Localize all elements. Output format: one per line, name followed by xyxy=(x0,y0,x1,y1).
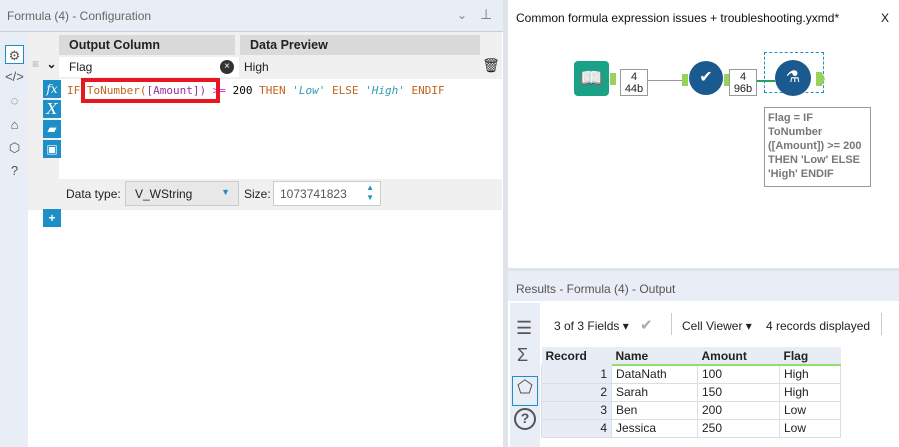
size-label: Size: xyxy=(244,187,271,201)
list-icon[interactable]: ☰ xyxy=(516,318,532,339)
close-tab-button[interactable]: X xyxy=(881,11,889,25)
chevron-down-icon[interactable]: ⌄ xyxy=(457,8,467,22)
text-segment: 200 xyxy=(232,84,253,97)
table-cell[interactable]: 150 xyxy=(697,382,780,402)
tag-icon[interactable]: ⌂ xyxy=(5,115,24,134)
formula-tool-icon[interactable]: ⚗ xyxy=(775,60,811,96)
cube-icon[interactable]: ⬡ xyxy=(5,138,24,157)
type-row: Data type: V_WString ▼ Size: 1073741823 ▲ ▼ xyxy=(59,179,502,209)
table-cell[interactable]: Low xyxy=(779,400,841,420)
select-tool-icon[interactable]: ✔ xyxy=(689,61,723,95)
table-row[interactable]: 1 DataNath 100 High xyxy=(541,364,841,384)
table-row[interactable]: 2 Sarah 150 High xyxy=(541,382,841,402)
table-cell[interactable]: High xyxy=(779,364,841,384)
pin-icon[interactable]: ⊥ xyxy=(480,6,492,23)
trash-icon[interactable]: 🗑 xyxy=(482,57,500,77)
fields-dropdown[interactable]: 3 of 3 Fields ▾ xyxy=(554,319,629,333)
text-segment: THEN xyxy=(252,84,293,97)
text-segment: ENDIF xyxy=(404,84,445,97)
table-row[interactable]: 4 Jessica 250 Low xyxy=(541,418,841,438)
collapse-chevron-icon[interactable]: ⌄ xyxy=(44,57,59,77)
connection-line xyxy=(648,80,684,81)
table-cell[interactable]: DataNath xyxy=(611,364,698,384)
panel-header: Formula (4) - Configuration ⌄ ⊥ xyxy=(0,0,503,32)
output-column-input[interactable]: Flag × xyxy=(59,57,239,77)
help-icon[interactable]: ? xyxy=(514,408,536,430)
text-segment: 4 xyxy=(739,71,747,83)
column-header-record[interactable]: Record xyxy=(541,347,612,366)
text-segment: 96b xyxy=(733,83,753,95)
data-type-select[interactable]: V_WString ▼ xyxy=(125,181,239,206)
output-column-header: Output Column xyxy=(59,35,235,55)
table-cell[interactable]: Ben xyxy=(611,400,698,420)
save-icon[interactable]: ▣ xyxy=(43,140,61,158)
variable-icon[interactable]: X xyxy=(43,100,61,118)
table-cell[interactable]: Low xyxy=(779,418,841,438)
size-input[interactable]: 1073741823 ▲ ▼ xyxy=(273,181,381,206)
gear-icon[interactable]: ⚙ xyxy=(5,45,24,64)
sigma-icon[interactable]: Σ xyxy=(517,345,528,366)
drag-handle[interactable]: ≡ xyxy=(28,57,43,77)
data-preview-header: Data Preview xyxy=(240,35,480,55)
table-cell[interactable]: 250 xyxy=(697,418,780,438)
text-segment: 4 xyxy=(630,71,638,83)
annotation-icon[interactable]: ◌ xyxy=(5,91,24,110)
table-cell[interactable]: 100 xyxy=(697,364,780,384)
table-cell[interactable]: High xyxy=(779,382,841,402)
function-icon[interactable]: fx xyxy=(43,80,61,98)
table-cell[interactable]: 4 xyxy=(541,418,612,438)
table-cell[interactable]: 3 xyxy=(541,400,612,420)
results-table: Record Name Amount Flag 1 DataNath 100 High… xyxy=(541,347,841,438)
toolbar-separator xyxy=(881,313,882,335)
open-folder-icon[interactable]: ▰ xyxy=(43,120,61,138)
table-row[interactable]: 3 Ben 200 Low xyxy=(541,400,841,420)
table-cell[interactable]: 200 xyxy=(697,400,780,420)
text-segment: ELSE xyxy=(325,84,366,97)
highlight-box xyxy=(81,78,220,103)
column-header-flag[interactable]: Flag xyxy=(779,347,841,366)
workflow-title: Common formula expression issues + troub… xyxy=(516,11,840,25)
add-field-button[interactable]: + xyxy=(43,209,61,227)
table-cell[interactable]: 1 xyxy=(541,364,612,384)
records-count: 4 records displayed xyxy=(766,319,871,333)
config-sidebar: ⚙ </> ◌ ⌂ ⬡ ? xyxy=(0,32,28,447)
clear-icon[interactable]: × xyxy=(220,60,234,74)
text-segment: 'High' xyxy=(365,84,405,97)
column-header-name[interactable]: Name xyxy=(611,347,698,366)
data-type-label: Data type: xyxy=(66,187,121,201)
dropdown-arrow-icon: ▼ xyxy=(221,187,230,197)
size-stepper[interactable]: ▲ ▼ xyxy=(366,183,374,203)
table-cell[interactable]: Sarah xyxy=(611,382,698,402)
tool-annotation: Flag = IF ToNumber ([Amount]) >= 200 THE… xyxy=(764,107,871,187)
results-header: Results - Formula (4) - Output xyxy=(508,268,899,301)
text-segment: 'Low' xyxy=(292,84,326,97)
workflow-canvas[interactable]: 📖 4 44b ✔ 4 96b ⚗ Flag = IF ToNumber ([Amo… xyxy=(508,32,899,265)
help-icon[interactable]: ? xyxy=(5,161,24,180)
results-toolbar: 3 of 3 Fields ▾ ✔ Cell Viewer ▾ 4 record… xyxy=(540,303,899,343)
configuration-panel: Formula (4) - Configuration ⌄ ⊥ ⚙ </> ◌ … xyxy=(0,0,503,447)
formula-grid: Output Column Data Preview ≡ ⌄ Flag × Hi… xyxy=(28,32,502,229)
output-anchor[interactable] xyxy=(610,73,616,85)
toolbar-separator xyxy=(671,313,672,335)
connection-count-1: 4 44b xyxy=(620,69,648,96)
check-icon[interactable]: ✔ xyxy=(640,316,653,334)
column-header-amount[interactable]: Amount xyxy=(697,347,780,366)
results-sidebar: ☰ Σ ⬠ ? xyxy=(510,303,540,447)
connection-count-2: 4 96b xyxy=(729,69,757,96)
table-cell[interactable]: 2 xyxy=(541,382,612,402)
table-cell[interactable]: Jessica xyxy=(611,418,698,438)
code-icon[interactable]: </> xyxy=(5,67,24,86)
cell-viewer-dropdown[interactable]: Cell Viewer ▾ xyxy=(682,319,752,333)
table-header-row: Record Name Amount Flag xyxy=(541,347,841,366)
tag-icon[interactable]: ⬠ xyxy=(512,376,538,406)
panel-title: Formula (4) - Configuration xyxy=(7,9,152,23)
data-preview-value: High xyxy=(240,57,480,77)
input-anchor[interactable] xyxy=(682,74,688,86)
workflow-tab[interactable]: Common formula expression issues + troub… xyxy=(508,0,899,32)
input-tool-icon[interactable]: 📖 xyxy=(574,61,609,96)
add-row xyxy=(28,209,502,229)
text-segment: 44b xyxy=(624,83,644,95)
